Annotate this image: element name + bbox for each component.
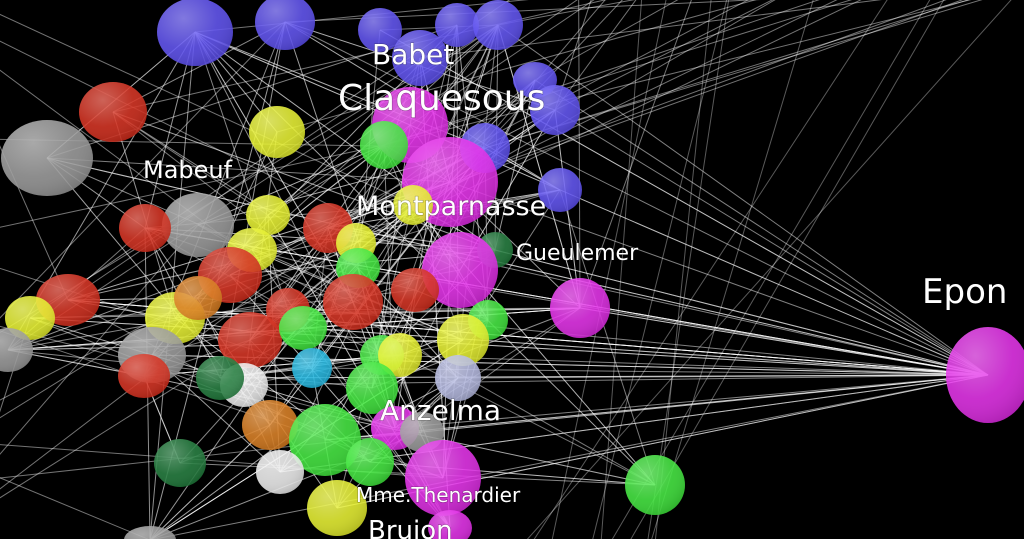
node-shading [256, 450, 304, 494]
graph-node[interactable] [391, 268, 439, 312]
node-shading [118, 354, 170, 398]
node-shading [360, 121, 408, 169]
graph-node[interactable] [154, 439, 206, 487]
graph-node[interactable] [625, 455, 685, 515]
node-shading [550, 278, 610, 338]
graph-node[interactable] [346, 438, 394, 486]
node-label-mme-thenardier: Mme.Thenardier [356, 483, 521, 507]
node-label-claquesous: Claquesous [338, 78, 545, 119]
graph-node[interactable] [119, 204, 171, 252]
graph-node[interactable] [292, 348, 332, 388]
graph-node[interactable] [256, 450, 304, 494]
node-shading [279, 306, 327, 350]
node-shading [1, 120, 93, 196]
node-shading [196, 356, 244, 400]
node-shading [162, 193, 234, 257]
node-label-brujon: Brujon [368, 516, 453, 539]
graph-node[interactable] [360, 121, 408, 169]
graph-node[interactable] [118, 354, 170, 398]
node-shading [346, 438, 394, 486]
node-shading [119, 204, 171, 252]
node-label-babet: Babet [372, 38, 454, 71]
graph-node[interactable] [323, 274, 383, 330]
node-shading [323, 274, 383, 330]
node-shading [174, 276, 222, 320]
node-shading [391, 268, 439, 312]
graph-node[interactable] [157, 0, 233, 66]
graph-node[interactable] [279, 306, 327, 350]
graph-node[interactable] [79, 82, 147, 142]
graph-node[interactable] [550, 278, 610, 338]
node-label-eponine: Epon [922, 272, 1007, 312]
graph-node[interactable] [174, 276, 222, 320]
node-shading [154, 439, 206, 487]
node-label-gueulemer: Gueulemer [516, 241, 639, 266]
node-label-mabeuf: Mabeuf [143, 156, 233, 184]
node-shading [249, 106, 305, 158]
node-label-montparnasse: Montparnasse [356, 191, 546, 222]
graph-node[interactable] [249, 106, 305, 158]
graph-node[interactable] [1, 120, 93, 196]
node-label-anzelma: Anzelma [380, 394, 501, 427]
network-graph-canvas[interactable]: Babet Claquesous Mabeuf Montparnasse Gue… [0, 0, 1024, 539]
node-shading [79, 82, 147, 142]
node-mabeuf[interactable] [162, 193, 234, 257]
graph-node[interactable] [473, 0, 523, 50]
node-shading [473, 0, 523, 50]
node-shading [625, 455, 685, 515]
node-shading [157, 0, 233, 66]
node-shading [292, 348, 332, 388]
graph-node[interactable] [196, 356, 244, 400]
